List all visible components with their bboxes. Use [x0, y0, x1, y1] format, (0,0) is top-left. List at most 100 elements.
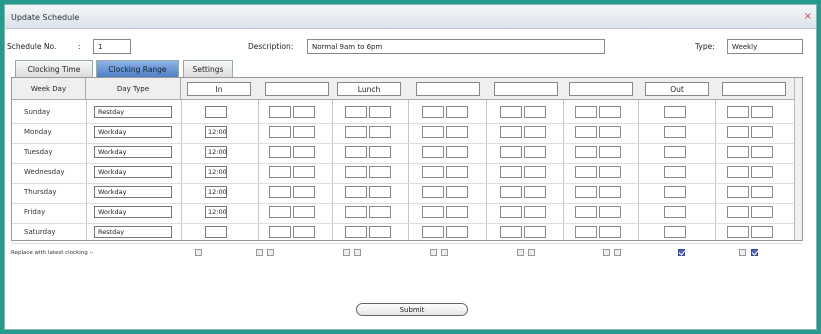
replace-checkbox[interactable]	[517, 249, 524, 256]
replace-checkbox[interactable]	[354, 249, 361, 256]
time-input[interactable]	[500, 126, 522, 138]
time-input[interactable]	[345, 206, 367, 218]
in-time-input[interactable]	[205, 226, 227, 238]
out-time-input[interactable]	[664, 126, 686, 138]
out-header[interactable]: Out	[645, 82, 709, 96]
time-input[interactable]	[599, 126, 621, 138]
replace-checkbox-checked[interactable]	[751, 249, 758, 256]
time-input[interactable]	[345, 146, 367, 158]
time-input[interactable]	[524, 226, 546, 238]
day-type-input[interactable]: Workday	[94, 186, 172, 198]
time-input[interactable]	[500, 226, 522, 238]
in-time-input[interactable]: 12:00	[205, 126, 227, 138]
out-time-input[interactable]	[664, 186, 686, 198]
time-input[interactable]	[727, 226, 749, 238]
time-input[interactable]	[369, 106, 391, 118]
time-input[interactable]	[575, 226, 597, 238]
replace-checkbox[interactable]	[528, 249, 535, 256]
day-type-input[interactable]: Restday	[94, 226, 172, 238]
time-input[interactable]	[293, 146, 315, 158]
time-input[interactable]	[751, 146, 773, 158]
time-input[interactable]	[727, 166, 749, 178]
description-input[interactable]: Normal 9am to 6pm	[307, 39, 605, 54]
time-input[interactable]	[524, 106, 546, 118]
time-input[interactable]	[269, 106, 291, 118]
out-time-input[interactable]	[664, 226, 686, 238]
time-input[interactable]	[575, 206, 597, 218]
in-time-input[interactable]: 12:00	[205, 206, 227, 218]
out-time-input[interactable]	[664, 166, 686, 178]
time-input[interactable]	[293, 126, 315, 138]
day-type-input[interactable]: Workday	[94, 166, 172, 178]
time-input[interactable]	[575, 106, 597, 118]
time-input[interactable]	[446, 226, 468, 238]
time-input[interactable]	[345, 126, 367, 138]
time-input[interactable]	[446, 166, 468, 178]
time-input[interactable]	[599, 166, 621, 178]
replace-checkbox[interactable]	[614, 249, 621, 256]
time-input[interactable]	[599, 206, 621, 218]
time-input[interactable]	[422, 166, 444, 178]
replace-checkbox-in[interactable]	[195, 249, 202, 256]
time-input[interactable]	[345, 106, 367, 118]
in-header[interactable]: In	[187, 82, 251, 96]
time-input[interactable]	[727, 126, 749, 138]
time-input[interactable]	[422, 226, 444, 238]
in-time-input[interactable]: 12:00	[205, 146, 227, 158]
time-input[interactable]	[751, 126, 773, 138]
time-input[interactable]	[293, 226, 315, 238]
time-input[interactable]	[269, 146, 291, 158]
time-input[interactable]	[500, 146, 522, 158]
day-type-input[interactable]: Restday	[94, 106, 172, 118]
header-box-4[interactable]	[416, 82, 480, 96]
in-time-input[interactable]: 12:00	[205, 186, 227, 198]
time-input[interactable]	[524, 146, 546, 158]
close-icon[interactable]: ×	[804, 11, 812, 22]
time-input[interactable]	[293, 186, 315, 198]
time-input[interactable]	[524, 166, 546, 178]
in-time-input[interactable]: 12:00	[205, 166, 227, 178]
replace-checkbox[interactable]	[267, 249, 274, 256]
time-input[interactable]	[575, 126, 597, 138]
time-input[interactable]	[345, 186, 367, 198]
time-input[interactable]	[293, 106, 315, 118]
tab-settings[interactable]: Settings	[183, 60, 233, 77]
time-input[interactable]	[751, 186, 773, 198]
time-input[interactable]	[369, 186, 391, 198]
header-box-2[interactable]	[265, 82, 329, 96]
header-box-8[interactable]	[722, 82, 786, 96]
time-input[interactable]	[269, 126, 291, 138]
replace-checkbox[interactable]	[739, 249, 746, 256]
replace-checkbox[interactable]	[441, 249, 448, 256]
replace-checkbox-lunch[interactable]	[343, 249, 350, 256]
vertical-scrollbar[interactable]	[794, 78, 802, 240]
time-input[interactable]	[345, 166, 367, 178]
time-input[interactable]	[369, 166, 391, 178]
replace-checkbox[interactable]	[430, 249, 437, 256]
lunch-header[interactable]: Lunch	[337, 82, 401, 96]
time-input[interactable]	[751, 106, 773, 118]
time-input[interactable]	[524, 186, 546, 198]
in-time-input[interactable]	[205, 106, 227, 118]
submit-button[interactable]: Submit	[356, 303, 468, 316]
replace-checkbox[interactable]	[603, 249, 610, 256]
time-input[interactable]	[269, 186, 291, 198]
time-input[interactable]	[500, 106, 522, 118]
time-input[interactable]	[345, 226, 367, 238]
time-input[interactable]	[575, 146, 597, 158]
time-input[interactable]	[446, 206, 468, 218]
time-input[interactable]	[446, 126, 468, 138]
time-input[interactable]	[422, 186, 444, 198]
tab-clocking-time[interactable]: Clocking Time	[15, 60, 93, 77]
header-box-5[interactable]	[494, 82, 558, 96]
time-input[interactable]	[369, 226, 391, 238]
type-input[interactable]: Weekly	[727, 39, 803, 54]
time-input[interactable]	[293, 206, 315, 218]
time-input[interactable]	[369, 146, 391, 158]
time-input[interactable]	[369, 206, 391, 218]
time-input[interactable]	[575, 166, 597, 178]
replace-checkbox-out[interactable]	[678, 249, 685, 256]
time-input[interactable]	[422, 106, 444, 118]
time-input[interactable]	[446, 106, 468, 118]
time-input[interactable]	[500, 166, 522, 178]
